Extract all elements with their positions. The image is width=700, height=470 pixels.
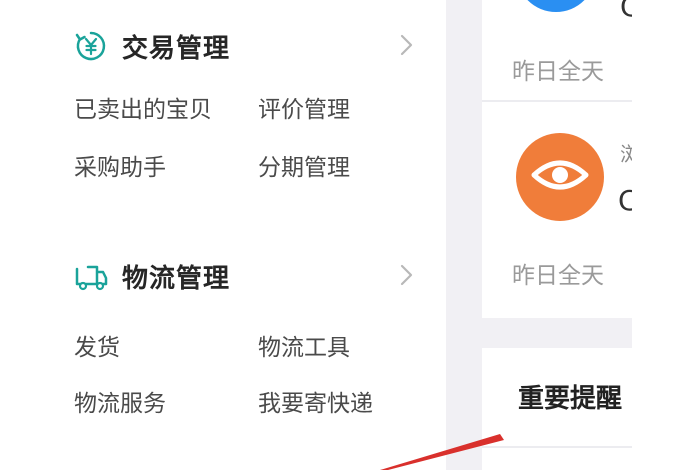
yen-cycle-icon xyxy=(74,29,108,63)
send-express-link[interactable]: 我要寄快递 xyxy=(258,384,373,418)
red-arrow-annotation xyxy=(380,434,504,470)
purchase-assistant-link[interactable]: 采购助手 xyxy=(74,148,166,182)
eye-icon xyxy=(530,155,590,199)
right-gutter xyxy=(632,0,700,470)
chevron-right-icon[interactable] xyxy=(396,30,418,60)
review-management-link[interactable]: 评价管理 xyxy=(258,90,350,124)
logistics-management-title: 物流管理 xyxy=(122,263,231,294)
logistics-tools-link[interactable]: 物流工具 xyxy=(258,328,350,362)
logistics-management-section: 物流管理 发货 物流工具 物流服务 我要寄快递 xyxy=(0,254,446,434)
stats-column: C 昨日全天 浏 C 昨日全天 重要提醒 xyxy=(482,0,640,470)
card2-caption: 昨日全天 xyxy=(512,263,604,289)
important-reminders-title: 重要提醒 xyxy=(518,384,623,414)
trade-management-header[interactable]: 交易管理 xyxy=(74,24,230,68)
trade-management-links: 已卖出的宝贝 评价管理 采购助手 分期管理 xyxy=(74,86,434,196)
trade-management-section: 交易管理 已卖出的宝贝 评价管理 采购助手 分期管理 xyxy=(0,24,446,204)
views-stat-badge xyxy=(516,133,604,221)
truck-icon xyxy=(74,259,108,293)
logistics-management-links: 发货 物流工具 物流服务 我要寄快递 xyxy=(74,314,434,424)
section-gap xyxy=(482,318,632,348)
ship-goods-link[interactable]: 发货 xyxy=(74,328,120,362)
card1-caption: 昨日全天 xyxy=(512,59,604,85)
logistics-management-header[interactable]: 物流管理 xyxy=(74,254,230,298)
installment-management-link[interactable]: 分期管理 xyxy=(258,148,350,182)
chevron-right-icon[interactable] xyxy=(396,260,418,290)
sold-items-link[interactable]: 已卖出的宝贝 xyxy=(74,90,212,124)
column-divider xyxy=(446,0,482,470)
blue-stat-badge xyxy=(516,0,596,12)
seller-sidebar-menu: 交易管理 已卖出的宝贝 评价管理 采购助手 分期管理 物流管理 发货 物流工具 … xyxy=(0,0,446,470)
logistics-services-link[interactable]: 物流服务 xyxy=(74,384,166,418)
trade-management-title: 交易管理 xyxy=(122,33,231,64)
card-separator xyxy=(482,100,632,102)
